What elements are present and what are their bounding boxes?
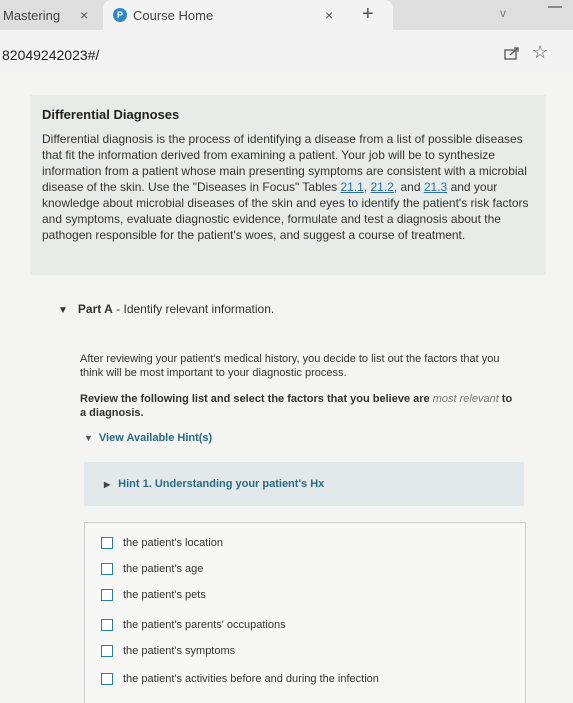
tab-title: Mastering (3, 7, 61, 23)
intro-heading: Differential Diagnoses (42, 107, 180, 122)
minimize-icon[interactable] (548, 6, 562, 8)
tab-title: Course Home (133, 7, 214, 23)
address-bar: 82049242023#/ ☆ (0, 30, 573, 73)
table-link-21-1[interactable]: 21.1 (340, 180, 363, 194)
checkbox[interactable] (101, 537, 113, 549)
share-icon[interactable] (504, 46, 520, 60)
option-label: the patient's activities before and duri… (123, 673, 379, 685)
option-label: the patient's symptoms (123, 645, 236, 657)
hint-1[interactable]: ▶ Hint 1. Understanding your patient's Hx (104, 478, 324, 490)
checkbox[interactable] (101, 563, 113, 575)
checkbox[interactable] (101, 673, 113, 685)
caret-down-icon: ▼ (58, 305, 68, 316)
factor-options-list: the patient's location the patient's age… (84, 522, 526, 703)
hints-panel: ▶ Hint 1. Understanding your patient's Hx (84, 462, 524, 506)
checkbox[interactable] (101, 589, 113, 601)
instruction-main: Review the following list and select the… (80, 393, 433, 405)
option-parents-occupations[interactable]: the patient's parents' occupations (101, 619, 286, 631)
part-a-header[interactable]: ▼ Part A - Identify relevant information. (58, 302, 274, 316)
chevron-down-icon[interactable]: v (500, 6, 506, 20)
option-age[interactable]: the patient's age (101, 563, 203, 575)
option-label: the patient's parents' occupations (123, 619, 286, 631)
caret-down-icon: ▼ (84, 433, 93, 443)
part-label: Part A (77, 302, 113, 316)
option-label: the patient's age (123, 563, 204, 575)
browser-tab-bar: Mastering × P Course Home × + v (0, 0, 573, 30)
option-pets[interactable]: the patient's pets (101, 589, 206, 601)
option-location[interactable]: the patient's location (101, 537, 223, 549)
instruction-emphasis: most relevant (432, 393, 499, 405)
option-activities[interactable]: the patient's activities before and duri… (101, 673, 379, 685)
question-intro: After reviewing your patient's medical h… (80, 353, 500, 379)
hints-toggle-label: View Available Hint(s) (98, 432, 213, 444)
part-sep: - (112, 302, 124, 316)
table-link-21-3[interactable]: 21.3 (424, 180, 447, 194)
intro-text: Differential diagnosis is the process of… (42, 131, 538, 243)
new-tab-button[interactable]: + (362, 2, 374, 26)
checkbox[interactable] (101, 645, 113, 657)
question-instruction: Review the following list and select the… (80, 392, 520, 420)
view-hints-toggle[interactable]: ▼ View Available Hint(s) (84, 432, 212, 444)
caret-right-icon: ▶ (104, 480, 111, 489)
option-label: the patient's pets (123, 589, 206, 601)
option-label: the patient's location (123, 537, 223, 549)
close-icon[interactable]: × (325, 7, 333, 23)
checkbox[interactable] (101, 619, 113, 631)
bookmark-star-icon[interactable]: ☆ (532, 42, 548, 63)
pearson-favicon-icon: P (113, 8, 127, 22)
option-symptoms[interactable]: the patient's symptoms (101, 645, 235, 657)
close-icon[interactable]: × (80, 7, 88, 23)
tab-course-home[interactable]: P Course Home × (103, 0, 393, 30)
intro-sep: , and (393, 180, 424, 194)
intro-panel: Differential Diagnoses Differential diag… (30, 95, 546, 275)
hint-label: Hint 1. Understanding your patient's Hx (118, 478, 325, 490)
url-field[interactable]: 82049242023#/ (2, 47, 99, 63)
part-title: Identify relevant information. (123, 302, 275, 316)
table-link-21-2[interactable]: 21.2 (370, 180, 393, 194)
tab-mastering[interactable]: Mastering × (0, 0, 103, 30)
